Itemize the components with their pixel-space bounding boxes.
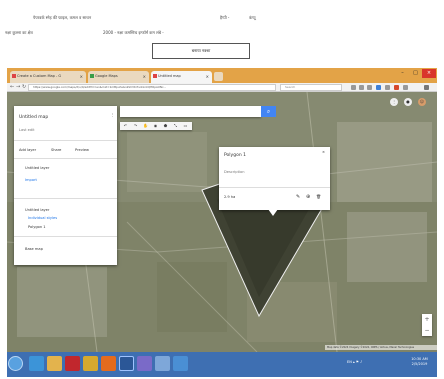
doc-line-1-right-b: कंप्यू <box>249 15 256 20</box>
marker-icon[interactable]: ◉ <box>151 123 160 129</box>
style-icon[interactable]: ⊕ <box>306 194 310 200</box>
clock-date: 2/5/2019 <box>411 362 428 366</box>
doc-line-2: नक्षा कुल्ला का क्षेत्र <box>5 30 33 35</box>
pdf-reader-icon[interactable] <box>65 356 80 371</box>
base-map-toggle[interactable]: Base map <box>25 247 43 251</box>
menu-icon[interactable] <box>424 85 429 90</box>
word-icon[interactable] <box>119 356 134 371</box>
network-icon[interactable] <box>173 356 188 371</box>
maximize-button[interactable]: □ <box>409 69 422 78</box>
paint-icon[interactable] <box>155 356 170 371</box>
share-button[interactable]: Share <box>51 148 61 152</box>
reload-icon[interactable]: ↻ <box>22 84 26 91</box>
tab-label: Create a Custom Map - G <box>17 74 62 78</box>
notifications-icon[interactable]: ● <box>404 98 412 106</box>
search-button[interactable]: ⌕ <box>261 106 276 117</box>
layer-2-name[interactable]: Untitled layer <box>25 208 49 212</box>
draw-line-icon[interactable]: ⬟ <box>161 123 170 129</box>
directions-icon[interactable]: ⤡ <box>171 123 180 129</box>
new-tab-button[interactable] <box>214 72 223 81</box>
apps-grid-icon[interactable]: ⋮ <box>390 98 398 106</box>
extension-icon[interactable] <box>394 85 399 90</box>
extension-icon[interactable] <box>376 85 381 90</box>
tab-favicon <box>153 74 157 78</box>
popup-title[interactable]: Polygon 1 <box>224 153 246 158</box>
tab-label: Google Maps <box>95 74 118 78</box>
edit-icon[interactable]: ✎ <box>296 194 300 200</box>
doc-line-2-mid: 2000 - नक्षा कमस्टिच इन्फॉर्म कम लंबे - <box>103 30 164 35</box>
bookmark-icon[interactable] <box>351 85 356 90</box>
tab-close-icon[interactable]: × <box>206 71 209 82</box>
tab-label: Untitled map <box>158 74 181 78</box>
back-icon[interactable]: ← <box>10 84 14 91</box>
add-layer-button[interactable]: Add layer <box>19 148 36 152</box>
system-tray[interactable]: EN ▴ ⚑ ♪ <box>347 360 362 364</box>
polygon-list-item[interactable]: Polygon 1 <box>28 225 46 229</box>
firefox-icon[interactable] <box>101 356 116 371</box>
extension-icon[interactable] <box>403 85 408 90</box>
home-icon[interactable] <box>367 85 372 90</box>
divider <box>14 236 117 237</box>
browser-window: Create a Custom Map - G × Google Maps × … <box>7 68 437 377</box>
satellite-map[interactable]: ⋮ ● ☺ Untitled map ⋮ Last edit Add layer… <box>7 92 437 352</box>
zoom-in-button[interactable]: + <box>422 314 432 325</box>
polygon-info-popup: Polygon 1 × Description 2.9 ha ✎ ⊕ 🗑 <box>219 147 330 216</box>
tab-create-map[interactable]: Create a Custom Map - G × <box>10 71 86 83</box>
popup-description[interactable]: Description <box>224 170 244 174</box>
popup-arrow <box>268 209 278 216</box>
browser-search-field[interactable]: Search <box>280 84 342 91</box>
forward-icon[interactable]: → <box>16 84 20 91</box>
tab-google-maps[interactable]: Google Maps × <box>88 71 149 83</box>
file-explorer-icon[interactable] <box>47 356 62 371</box>
form-box-label: बनाया नक्शा <box>191 48 211 53</box>
tab-close-icon[interactable]: × <box>80 71 83 82</box>
doc-line-1-right-a: हैप्पी - <box>220 15 230 20</box>
internet-explorer-icon[interactable] <box>29 356 44 371</box>
form-box: बनाया नक्शा <box>152 43 250 59</box>
redo-icon[interactable]: ↷ <box>131 123 140 129</box>
divider <box>14 158 117 159</box>
doc-line-1: पेपरवर्क स्नेह की फाइल, कमल व साथन <box>33 15 92 20</box>
close-button[interactable]: × <box>422 69 436 78</box>
layer-name[interactable]: Untitled layer <box>25 166 49 170</box>
undo-icon[interactable]: ↶ <box>121 123 130 129</box>
media-player-icon[interactable] <box>137 356 152 371</box>
chrome-icon[interactable] <box>83 356 98 371</box>
divider <box>14 198 117 199</box>
zoom-control: + − <box>422 314 432 336</box>
taskbar: EN ▴ ⚑ ♪ 10:30 AM 2/5/2019 <box>7 352 437 377</box>
tab-favicon <box>90 74 94 78</box>
map-search-input[interactable] <box>120 106 261 117</box>
popup-area-text: 2.9 ha <box>224 195 236 199</box>
divider <box>14 140 117 141</box>
url-field[interactable]: https://www.google.com/maps/d/u/0/edit?h… <box>28 84 276 91</box>
address-bar: ← → ↻ https://www.google.com/maps/d/u/0/… <box>7 83 437 92</box>
delete-icon[interactable]: 🗑 <box>316 194 321 199</box>
minimize-button[interactable]: – <box>396 69 409 78</box>
extension-icon[interactable] <box>385 85 390 90</box>
tab-untitled-map[interactable]: Untitled map × <box>151 71 212 83</box>
tab-bar: Create a Custom Map - G × Google Maps × … <box>7 68 437 83</box>
map-attribution: Map data ©2024 Imagery ©2024, CNES / Air… <box>325 345 437 350</box>
tab-favicon <box>12 74 16 78</box>
map-title[interactable]: Untitled map <box>19 115 48 120</box>
clock[interactable]: 10:30 AM 2/5/2019 <box>402 357 437 367</box>
start-button[interactable] <box>8 356 23 371</box>
zoom-out-button[interactable]: − <box>422 325 432 336</box>
ruler-icon[interactable]: ▭ <box>181 123 190 129</box>
divider <box>219 187 330 188</box>
preview-button[interactable]: Preview <box>75 148 89 152</box>
import-link[interactable]: Import <box>25 178 37 182</box>
tab-close-icon[interactable]: × <box>143 71 146 82</box>
downloads-icon[interactable] <box>359 85 364 90</box>
popup-close-icon[interactable]: × <box>322 150 325 154</box>
last-edit-text: Last edit <box>19 128 35 132</box>
map-panel: Untitled map ⋮ Last edit Add layer Share… <box>14 106 117 265</box>
panel-menu-icon[interactable]: ⋮ <box>111 113 115 117</box>
drawing-toolbar: ↶ ↷ ✋ ◉ ⬟ ⤡ ▭ <box>120 122 192 130</box>
hand-icon[interactable]: ✋ <box>141 123 150 129</box>
style-link[interactable]: Individual styles <box>28 216 57 220</box>
avatar[interactable]: ☺ <box>418 98 426 106</box>
